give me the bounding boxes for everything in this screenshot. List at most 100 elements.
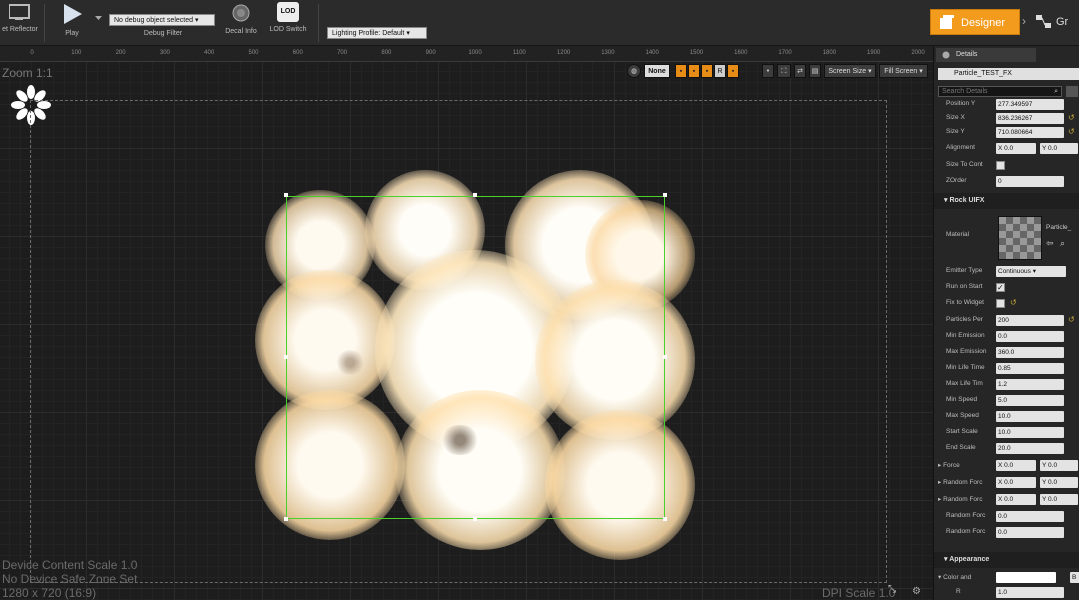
appearance-category[interactable]: ▾ Appearance <box>934 552 1079 568</box>
canvas-resize-grip-icon[interactable]: ⤡ <box>888 584 896 595</box>
designer-icon <box>940 15 954 29</box>
ruler-tick-label: 1300 <box>601 50 615 56</box>
random-force-4-field[interactable]: 0.0 <box>996 527 1064 538</box>
max-emission-row: Max Emission 360.0 <box>934 346 1079 360</box>
lighting-profile-select[interactable]: Lighting Profile: Default ▾ <box>327 27 427 39</box>
fix-to-widget-checkbox[interactable] <box>996 299 1005 308</box>
random-force-2-x-field[interactable]: X 0.0 <box>996 494 1036 505</box>
designer-canvas[interactable]: Zoom 1:1 ◍ None ▪ ▪ ▪ R ▪ • ⛶ ⇄ ▤ Screen… <box>0 62 933 600</box>
tab-details[interactable]: Details <box>936 48 1036 62</box>
color-picker-button[interactable]: B <box>1070 572 1079 583</box>
widget-name-field[interactable]: Particle_TEST_FX <box>938 68 1079 80</box>
position-y-row: Position Y 277.349597 <box>934 98 1079 112</box>
ruler-tick-label: 1400 <box>645 50 659 56</box>
ruler-tick-label: 1500 <box>689 50 704 56</box>
min-life-field[interactable]: 0.85 <box>996 363 1064 374</box>
random-force-row-1: ▸ Random Forc X 0.0 Y 0.0 <box>934 476 1079 490</box>
device-info: Device Content Scale 1.0 No Device Safe … <box>2 558 138 600</box>
resize-handle[interactable] <box>473 193 477 197</box>
reset-icon[interactable]: ↺ <box>1068 113 1075 122</box>
dpi-icon[interactable]: • <box>762 64 774 78</box>
reset-icon[interactable]: ↺ <box>1010 298 1017 307</box>
ruler-tick-label: 1100 <box>512 50 526 56</box>
details-search-input[interactable]: Search Details ⌕ <box>938 86 1062 97</box>
dpi-scale-label: DPI Scale 1.0 <box>822 586 896 600</box>
min-emission-field[interactable]: 0.0 <box>996 331 1064 342</box>
max-emission-field[interactable]: 360.0 <box>996 347 1064 358</box>
ruler-tick-label: 1800 <box>822 50 837 56</box>
resize-handle[interactable] <box>284 355 288 359</box>
view-options-icon[interactable] <box>1066 86 1078 97</box>
swap-icon[interactable]: ▤ <box>809 64 821 78</box>
respect-locks-button[interactable]: R <box>714 64 726 78</box>
globe-icon[interactable]: ◍ <box>627 64 641 78</box>
resize-handle[interactable] <box>663 355 667 359</box>
end-scale-row: End Scale 20.0 <box>934 442 1079 456</box>
size-to-content-checkbox[interactable] <box>996 161 1005 170</box>
resize-handle[interactable] <box>284 193 288 197</box>
random-force-2-y-field[interactable]: Y 0.0 <box>1040 494 1078 505</box>
size-x-field[interactable]: 836.236267 <box>996 113 1064 124</box>
play-options-chevron-icon[interactable] <box>95 16 102 21</box>
reset-icon[interactable]: ↺ <box>1068 315 1075 324</box>
random-force-1-x-field[interactable]: X 0.0 <box>996 477 1036 488</box>
ruler-tick-label: 1200 <box>556 50 571 56</box>
end-scale-field[interactable]: 20.0 <box>996 443 1064 454</box>
graph-mode-button[interactable]: Gr <box>1034 9 1079 35</box>
lock-icon[interactable]: ▪ <box>688 64 700 78</box>
decal-info-button[interactable]: Decal Info <box>222 2 260 35</box>
widget-reflector-button[interactable]: et Reflector <box>0 2 40 33</box>
grid-snap-icon[interactable]: ▪ <box>701 64 713 78</box>
color-swatch[interactable] <box>996 572 1056 583</box>
resize-handle[interactable] <box>284 517 288 521</box>
force-x-field[interactable]: X 0.0 <box>996 460 1036 471</box>
force-y-field[interactable]: Y 0.0 <box>1040 460 1078 471</box>
flip-icon[interactable]: ⇄ <box>794 64 806 78</box>
details-panel: Details Particle_TEST_FX Search Details … <box>933 46 1079 600</box>
random-force-1-y-field[interactable]: Y 0.0 <box>1040 477 1078 488</box>
play-button[interactable]: Play <box>56 2 88 37</box>
random-force-row-2: ▸ Random Forc X 0.0 Y 0.0 <box>934 493 1079 507</box>
size-y-field[interactable]: 710.080664 <box>996 127 1064 138</box>
material-thumbnail[interactable] <box>998 216 1042 260</box>
max-speed-field[interactable]: 10.0 <box>996 411 1064 422</box>
emitter-type-dropdown[interactable]: Continuous ▾ <box>996 266 1066 277</box>
layout-icon[interactable]: ▪ <box>675 64 687 78</box>
reset-icon[interactable]: ↺ <box>1068 127 1075 136</box>
gear-icon[interactable]: ⚙ <box>912 586 921 597</box>
expand-icon[interactable]: ⛶ <box>777 64 791 78</box>
use-selected-arrow-icon[interactable]: ⇦ <box>1046 238 1054 249</box>
size-y-row: Size Y 710.080664 ↺ <box>946 127 1075 138</box>
designer-mode-button[interactable]: Designer <box>930 9 1020 35</box>
resize-handle[interactable] <box>663 193 667 197</box>
max-life-field[interactable]: 1.2 <box>996 379 1064 390</box>
browse-search-icon[interactable]: ⌕ <box>1060 238 1065 249</box>
zoom-level: Zoom 1:1 <box>2 66 53 80</box>
alignment-x-field[interactable]: X 0.0 <box>996 143 1036 154</box>
run-on-start-checkbox[interactable]: ✓ <box>996 283 1005 292</box>
lod-switch-button[interactable]: LOD LOD Switch <box>266 2 310 33</box>
ruler-tick-label: 1000 <box>468 50 482 56</box>
resize-handle[interactable] <box>663 517 667 521</box>
particles-per-row: Particles Per 200 ↺ <box>946 315 1075 326</box>
debug-object-select[interactable]: No debug object selected ▾ <box>109 14 215 26</box>
min-speed-field[interactable]: 5.0 <box>996 395 1064 406</box>
fill-screen-dropdown[interactable]: Fill Screen ▾ <box>879 64 928 78</box>
screen-size-dropdown[interactable]: Screen Size ▾ <box>824 64 876 78</box>
preview-none-button[interactable]: None <box>644 64 670 78</box>
random-force-3-field[interactable]: 0.0 <box>996 511 1064 522</box>
start-scale-field[interactable]: 10.0 <box>996 427 1064 438</box>
force-row: ▸ Force X 0.0 Y 0.0 <box>934 459 1079 473</box>
fix-to-widget-row: Fix to Widget ↺ <box>946 298 1017 308</box>
color-r-field[interactable]: 1.0 <box>996 587 1064 598</box>
ruler-tick-label: 600 <box>292 50 303 56</box>
selected-widget-outline[interactable] <box>286 196 665 519</box>
position-y-field[interactable]: 277.349597 <box>996 99 1064 110</box>
zorder-field[interactable]: 0 <box>996 176 1064 187</box>
particles-per-field[interactable]: 200 <box>996 315 1064 326</box>
rock-uifx-category[interactable]: ▾ Rock UIFX <box>934 193 1079 209</box>
resize-handle[interactable] <box>473 517 477 521</box>
search-icon: ⌕ <box>1054 88 1058 95</box>
alignment-y-field[interactable]: Y 0.0 <box>1040 143 1078 154</box>
snap-icon[interactable]: ▪ <box>727 64 739 78</box>
